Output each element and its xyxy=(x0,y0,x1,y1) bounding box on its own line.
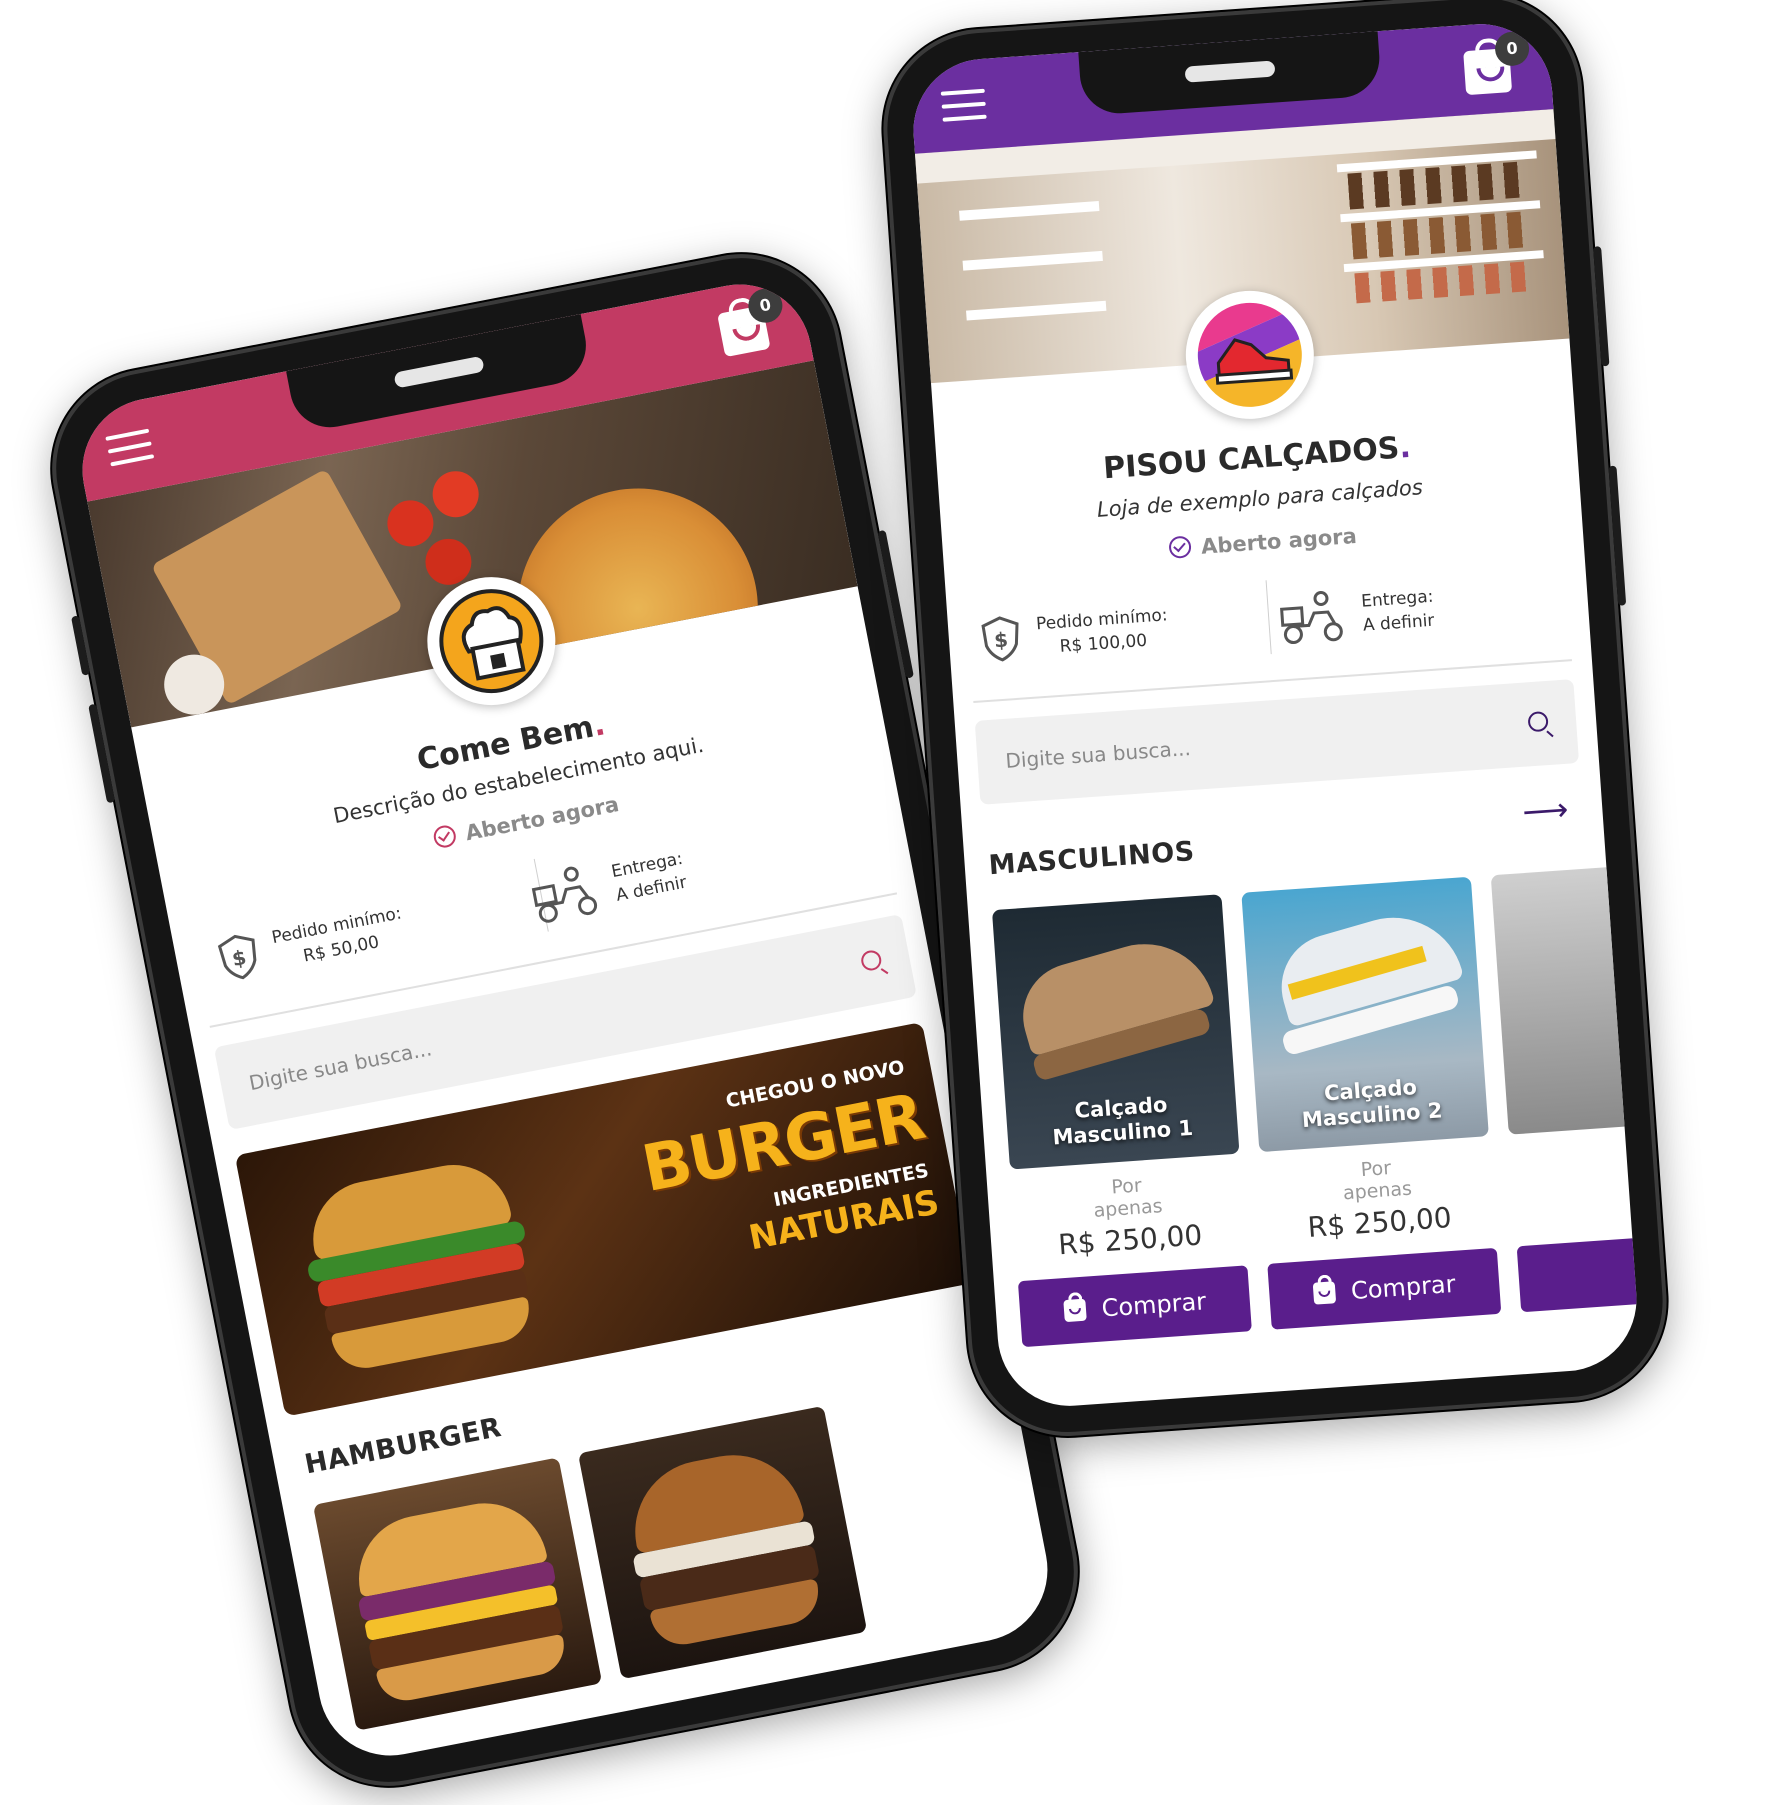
delivery-value: A definir xyxy=(1362,610,1435,636)
buy-button[interactable]: Comprar xyxy=(1017,1265,1252,1348)
buy-button-label: Comprar xyxy=(1350,1269,1457,1306)
phone-shoes-screen: 0 PISOU CALÇADOS. Loja de exemplo para c… xyxy=(908,19,1642,1411)
search-placeholder: Digite sua busca... xyxy=(1004,735,1192,773)
menu-icon[interactable] xyxy=(940,88,987,124)
delivery: Entrega: A definir xyxy=(1275,555,1551,666)
cart-button[interactable]: 0 xyxy=(715,285,786,358)
arrow-right-icon[interactable]: ⟶ xyxy=(1521,790,1569,831)
product-name: Calçado Masculino 1 xyxy=(1051,1092,1194,1150)
product-card-2[interactable]: Calçado Masculino 2 xyxy=(1241,876,1489,1153)
buy-button[interactable]: Comprar xyxy=(1267,1247,1502,1330)
product-card-partial[interactable] xyxy=(1490,859,1642,1135)
delivery-scooter-icon xyxy=(531,866,598,923)
product-card[interactable] xyxy=(312,1457,603,1731)
dollar-shield-icon: $ xyxy=(217,934,257,980)
open-status-text: Aberto agora xyxy=(463,792,621,846)
phone-side-button xyxy=(877,529,914,679)
svg-text:$: $ xyxy=(993,627,1009,652)
section-title: MASCULINOS xyxy=(987,835,1196,882)
search-input[interactable]: Digite sua busca... xyxy=(974,679,1580,805)
search-placeholder: Digite sua busca... xyxy=(247,1036,434,1096)
search-icon[interactable] xyxy=(859,948,883,973)
dollar-shield-icon: $ xyxy=(981,616,1019,662)
section-title: HAMBURGER xyxy=(302,1411,505,1481)
phone-side-button xyxy=(1593,246,1610,367)
menu-icon[interactable] xyxy=(105,428,155,469)
product-card[interactable] xyxy=(577,1405,868,1680)
check-circle-icon xyxy=(431,823,458,850)
sneaker-logo-icon xyxy=(1194,299,1306,411)
buy-button-label: Comprar xyxy=(1100,1287,1207,1323)
shop-name-dot: . xyxy=(1398,429,1412,466)
phone-side-button xyxy=(70,615,91,676)
phone-shoes: 0 PISOU CALÇADOS. Loja de exemplo para c… xyxy=(876,0,1674,1443)
product-card-1[interactable]: Calçado Masculino 1 xyxy=(991,894,1240,1170)
shop-name-text: PISOU CALÇADOS xyxy=(1102,430,1401,487)
buy-button[interactable] xyxy=(1516,1230,1642,1313)
check-circle-icon xyxy=(1168,535,1192,559)
product-name: Calçado Masculino 2 xyxy=(1301,1075,1444,1133)
chef-hat-house-icon xyxy=(439,589,544,694)
open-status-text: Aberto agora xyxy=(1200,523,1358,559)
search-icon[interactable] xyxy=(1527,710,1549,733)
cart-button[interactable]: 0 xyxy=(1462,30,1531,96)
phone-side-button xyxy=(1608,465,1627,606)
svg-text:$: $ xyxy=(230,945,248,971)
delivery-scooter-icon xyxy=(1280,591,1343,645)
min-order: $ Pedido minímo: R$ 100,00 xyxy=(976,574,1272,686)
shop-logo xyxy=(1181,286,1319,424)
shopping-bag-icon xyxy=(1312,1281,1336,1305)
shopping-bag-icon xyxy=(1063,1298,1087,1323)
phone-side-button xyxy=(88,703,116,804)
